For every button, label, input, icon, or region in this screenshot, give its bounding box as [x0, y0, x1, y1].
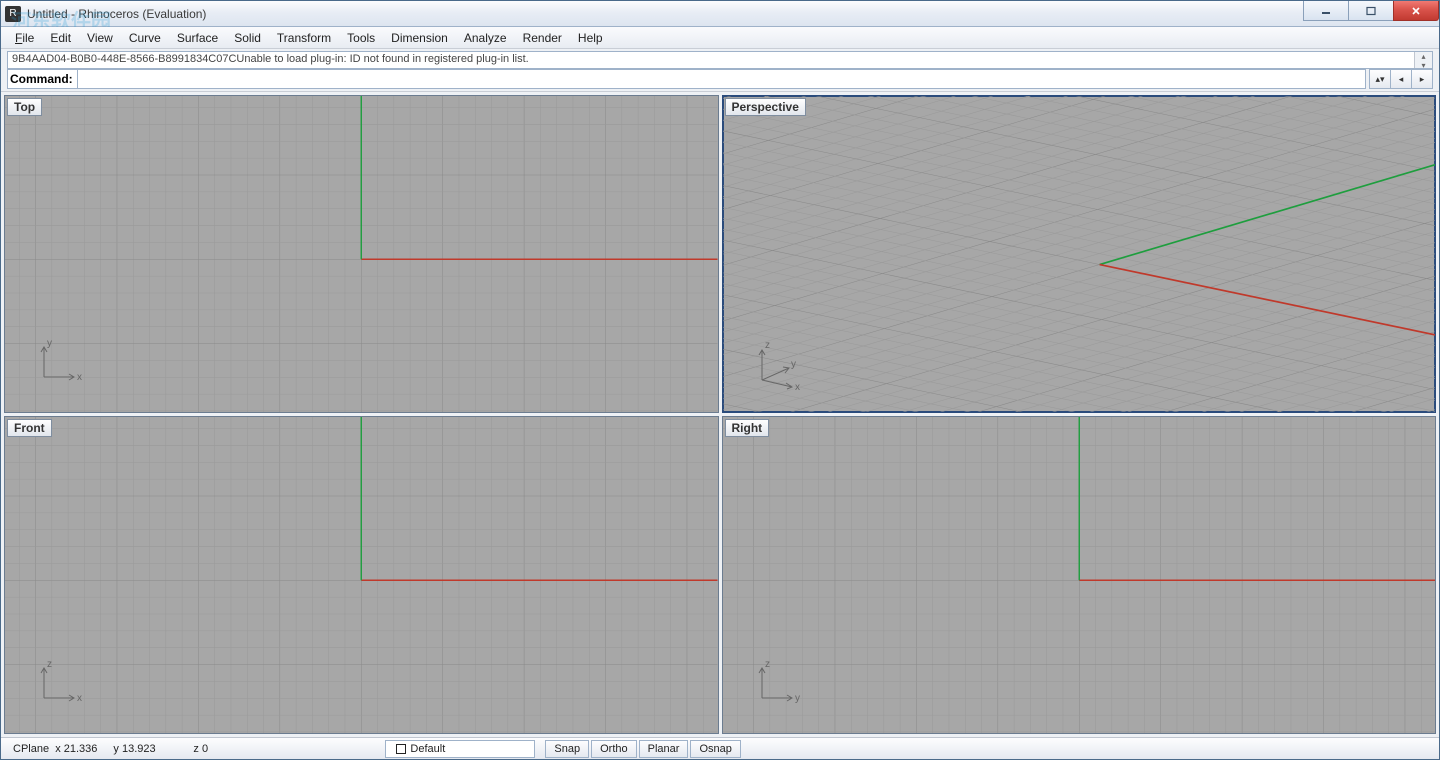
status-z: z 0 — [185, 738, 245, 759]
menu-transform[interactable]: Transform — [269, 29, 339, 47]
cmd-scroll-up-button[interactable]: ▴▾ — [1369, 69, 1391, 89]
close-button[interactable] — [1393, 1, 1439, 21]
toggle-snap[interactable]: Snap — [545, 740, 589, 758]
toggle-osnap[interactable]: Osnap — [690, 740, 740, 758]
status-y: y 13.923 — [105, 738, 185, 759]
history-text: 9B4AAD04-B0B0-448E-8566-B8991834C07CUnab… — [12, 53, 529, 65]
menubar: File Edit View Curve Surface Solid Trans… — [1, 27, 1439, 49]
viewport-perspective[interactable]: Perspective z y x — [722, 95, 1437, 413]
statusbar: CPlane x 21.336 y 13.923 z 0 Default Sna… — [1, 737, 1439, 759]
menu-render[interactable]: Render — [515, 29, 570, 47]
cmd-next-button[interactable]: ▸ — [1411, 69, 1433, 89]
layer-color-icon — [396, 744, 406, 754]
command-input[interactable] — [77, 69, 1366, 89]
maximize-button[interactable] — [1348, 1, 1394, 21]
cmd-prev-button[interactable]: ◂ — [1390, 69, 1412, 89]
menu-curve[interactable]: Curve — [121, 29, 169, 47]
menu-surface[interactable]: Surface — [169, 29, 226, 47]
viewport-top[interactable]: Top y x — [4, 95, 719, 413]
toggle-planar[interactable]: Planar — [639, 740, 689, 758]
history-scroll-down-icon[interactable]: ▾ — [1415, 61, 1432, 69]
viewport-top-title[interactable]: Top — [7, 98, 42, 116]
minimize-button[interactable] — [1303, 1, 1349, 21]
viewport-right-title[interactable]: Right — [725, 419, 770, 437]
window-title: Untitled - Rhinoceros (Evaluation) — [27, 7, 206, 21]
history-scroll-up-icon[interactable]: ▴ — [1415, 52, 1432, 61]
command-label: Command: — [7, 69, 77, 89]
viewport-top-grid — [5, 96, 718, 412]
menu-view[interactable]: View — [79, 29, 121, 47]
titlebar: R Untitled - Rhinoceros (Evaluation) 河东软… — [1, 1, 1439, 27]
menu-solid[interactable]: Solid — [226, 29, 269, 47]
command-area: 9B4AAD04-B0B0-448E-8566-B8991834C07CUnab… — [1, 49, 1439, 92]
menu-tools[interactable]: Tools — [339, 29, 383, 47]
viewport-front-grid — [5, 417, 718, 733]
layer-selector[interactable]: Default — [385, 740, 535, 758]
app-icon: R — [5, 6, 21, 22]
menu-file[interactable]: File — [7, 29, 42, 47]
menu-analyze[interactable]: Analyze — [456, 29, 515, 47]
viewport-right-grid — [723, 417, 1436, 733]
command-history: 9B4AAD04-B0B0-448E-8566-B8991834C07CUnab… — [7, 51, 1433, 69]
layer-name: Default — [410, 743, 445, 755]
viewport-perspective-title[interactable]: Perspective — [725, 98, 806, 116]
menu-help[interactable]: Help — [570, 29, 611, 47]
menu-dimension[interactable]: Dimension — [383, 29, 456, 47]
menu-edit[interactable]: Edit — [42, 29, 79, 47]
viewport-right[interactable]: Right z y — [722, 416, 1437, 734]
status-cplane: CPlane x 21.336 — [5, 738, 105, 759]
toggle-ortho[interactable]: Ortho — [591, 740, 637, 758]
viewport-perspective-grid — [723, 96, 1436, 412]
viewport-front-title[interactable]: Front — [7, 419, 52, 437]
viewport-front[interactable]: Front z x — [4, 416, 719, 734]
viewport-container: Top y x Perspective z y x Front z x — [1, 92, 1439, 737]
